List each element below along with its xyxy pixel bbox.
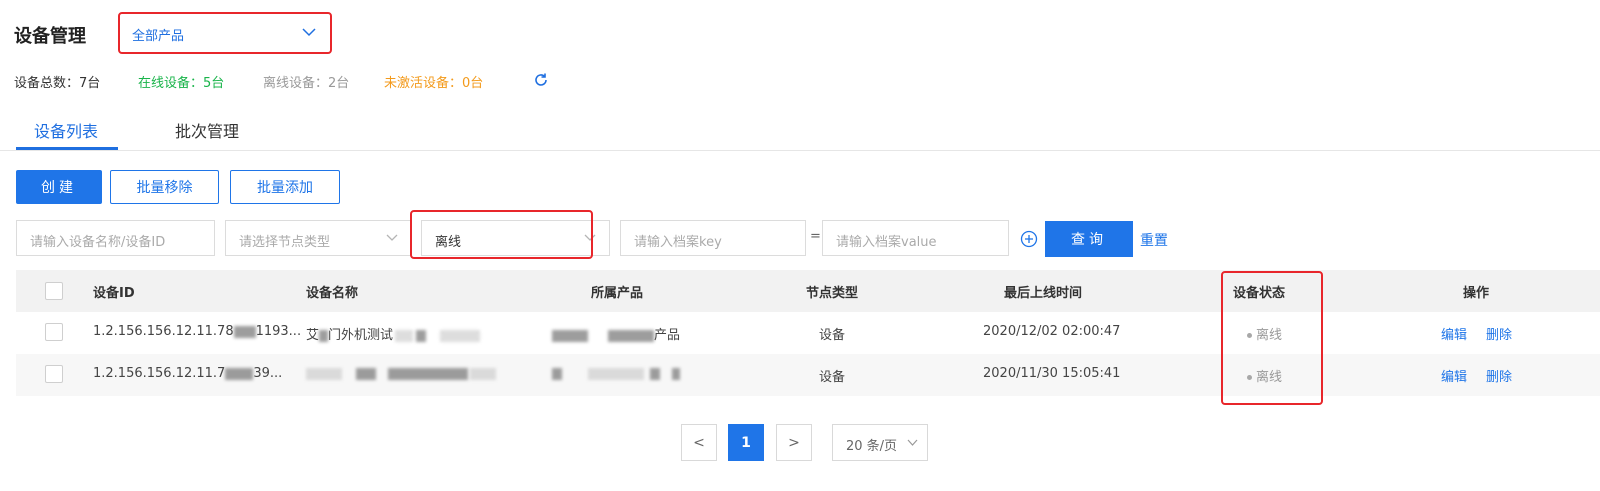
profile-value-placeholder: 请输入档案value: [836, 235, 937, 250]
device-id-text: 1.2.156.156.12.11.78: [93, 324, 234, 339]
redacted-text: [388, 367, 468, 380]
select-all-checkbox[interactable]: [45, 282, 63, 300]
tabs-divider: [0, 150, 1600, 151]
status-filter-highlight: [410, 210, 593, 259]
node-type-placeholder: 请选择节点类型: [239, 235, 331, 250]
redacted-text: [470, 367, 496, 380]
page-size-select[interactable]: 20 条/页: [832, 424, 928, 461]
product-text: 产品: [654, 328, 681, 343]
device-search-input[interactable]: 请输入设备名称/设备ID: [16, 220, 215, 256]
status-column-highlight: [1221, 271, 1323, 405]
last-online-cell: 2020/12/02 02:00:47: [983, 324, 1121, 339]
redacted-text: [225, 367, 254, 380]
page-size-value: 20 条/页: [846, 439, 898, 454]
chevron-down-icon: [386, 234, 398, 241]
column-header-actions: 操作: [1463, 286, 1490, 301]
device-id-cell[interactable]: 1.2.156.156.12.11.78 1193...: [93, 324, 301, 339]
device-name-cell: 艾门外机测试: [306, 324, 481, 343]
row-checkbox[interactable]: [45, 365, 63, 383]
product-select-value: 全部产品: [132, 29, 185, 44]
redacted-text: [356, 367, 376, 380]
device-id-suffix: 1193...: [255, 324, 302, 339]
redacted-text: [319, 329, 329, 342]
redacted-text: [440, 329, 481, 342]
create-button[interactable]: 创建: [16, 170, 102, 204]
row-checkbox[interactable]: [45, 323, 63, 341]
stat-offline-devices: 离线设备：2台: [263, 76, 350, 91]
refresh-icon[interactable]: [533, 72, 549, 88]
edit-link[interactable]: 编辑: [1441, 366, 1467, 385]
profile-key-input[interactable]: 请输入档案key: [620, 220, 806, 256]
device-name-text: 艾: [306, 328, 320, 343]
node-type-cell: 设备: [819, 370, 846, 385]
redacted-text: [672, 367, 680, 380]
equals-sign: =: [810, 229, 821, 244]
device-id-cell[interactable]: 1.2.156.156.12.11.7 39...: [93, 366, 282, 381]
redacted-text: [416, 329, 427, 342]
column-header-node-type: 节点类型: [806, 286, 859, 301]
tab-batch-management[interactable]: 批次管理: [175, 118, 239, 142]
profile-value-input[interactable]: 请输入档案value: [822, 220, 1009, 256]
device-name-cell: [306, 366, 496, 381]
redacted-text: [306, 367, 342, 380]
product-cell: [552, 366, 680, 381]
page-title: 设备管理: [14, 26, 86, 47]
delete-link[interactable]: 删除: [1486, 366, 1512, 385]
stat-total-devices: 设备总数：7台: [14, 76, 101, 91]
tab-device-list[interactable]: 设备列表: [34, 118, 98, 142]
redacted-text: [552, 329, 588, 342]
device-name-text: 门外机测试: [328, 328, 394, 343]
chevron-down-icon: [907, 439, 918, 446]
redacted-text: [608, 329, 654, 342]
profile-key-placeholder: 请输入档案key: [634, 235, 722, 250]
column-header-product: 所属产品: [591, 286, 644, 301]
query-button[interactable]: 查询: [1045, 221, 1133, 257]
redacted-text: [552, 367, 562, 380]
stat-online-devices: 在线设备：5台: [138, 76, 225, 91]
delete-link[interactable]: 删除: [1486, 324, 1512, 343]
chevron-down-icon: [302, 28, 316, 37]
edit-link[interactable]: 编辑: [1441, 324, 1467, 343]
redacted-text: [233, 325, 256, 338]
column-header-device-name: 设备名称: [306, 286, 359, 301]
reset-link[interactable]: 重置: [1140, 230, 1168, 250]
page-1-button[interactable]: 1: [728, 424, 764, 461]
product-select[interactable]: 全部产品: [118, 12, 332, 54]
redacted-text: [395, 329, 414, 342]
node-type-cell: 设备: [819, 328, 846, 343]
previous-page-button[interactable]: <: [681, 424, 717, 461]
batch-remove-button[interactable]: 批量移除: [110, 170, 219, 204]
device-id-text: 1.2.156.156.12.11.7: [93, 366, 226, 381]
next-page-button[interactable]: >: [776, 424, 812, 461]
last-online-cell: 2020/11/30 15:05:41: [983, 366, 1121, 381]
add-condition-icon[interactable]: [1020, 230, 1038, 248]
node-type-select[interactable]: 请选择节点类型: [225, 220, 412, 256]
product-cell: 产品: [552, 324, 680, 343]
column-header-last-online: 最后上线时间: [1004, 286, 1083, 301]
device-id-suffix: 39...: [253, 366, 283, 381]
device-search-placeholder: 请输入设备名称/设备ID: [30, 235, 166, 250]
stat-inactive-devices: 未激活设备：0台: [384, 76, 484, 91]
redacted-text: [588, 367, 644, 380]
batch-add-button[interactable]: 批量添加: [230, 170, 340, 204]
column-header-device-id: 设备ID: [93, 286, 135, 301]
redacted-text: [650, 367, 660, 380]
